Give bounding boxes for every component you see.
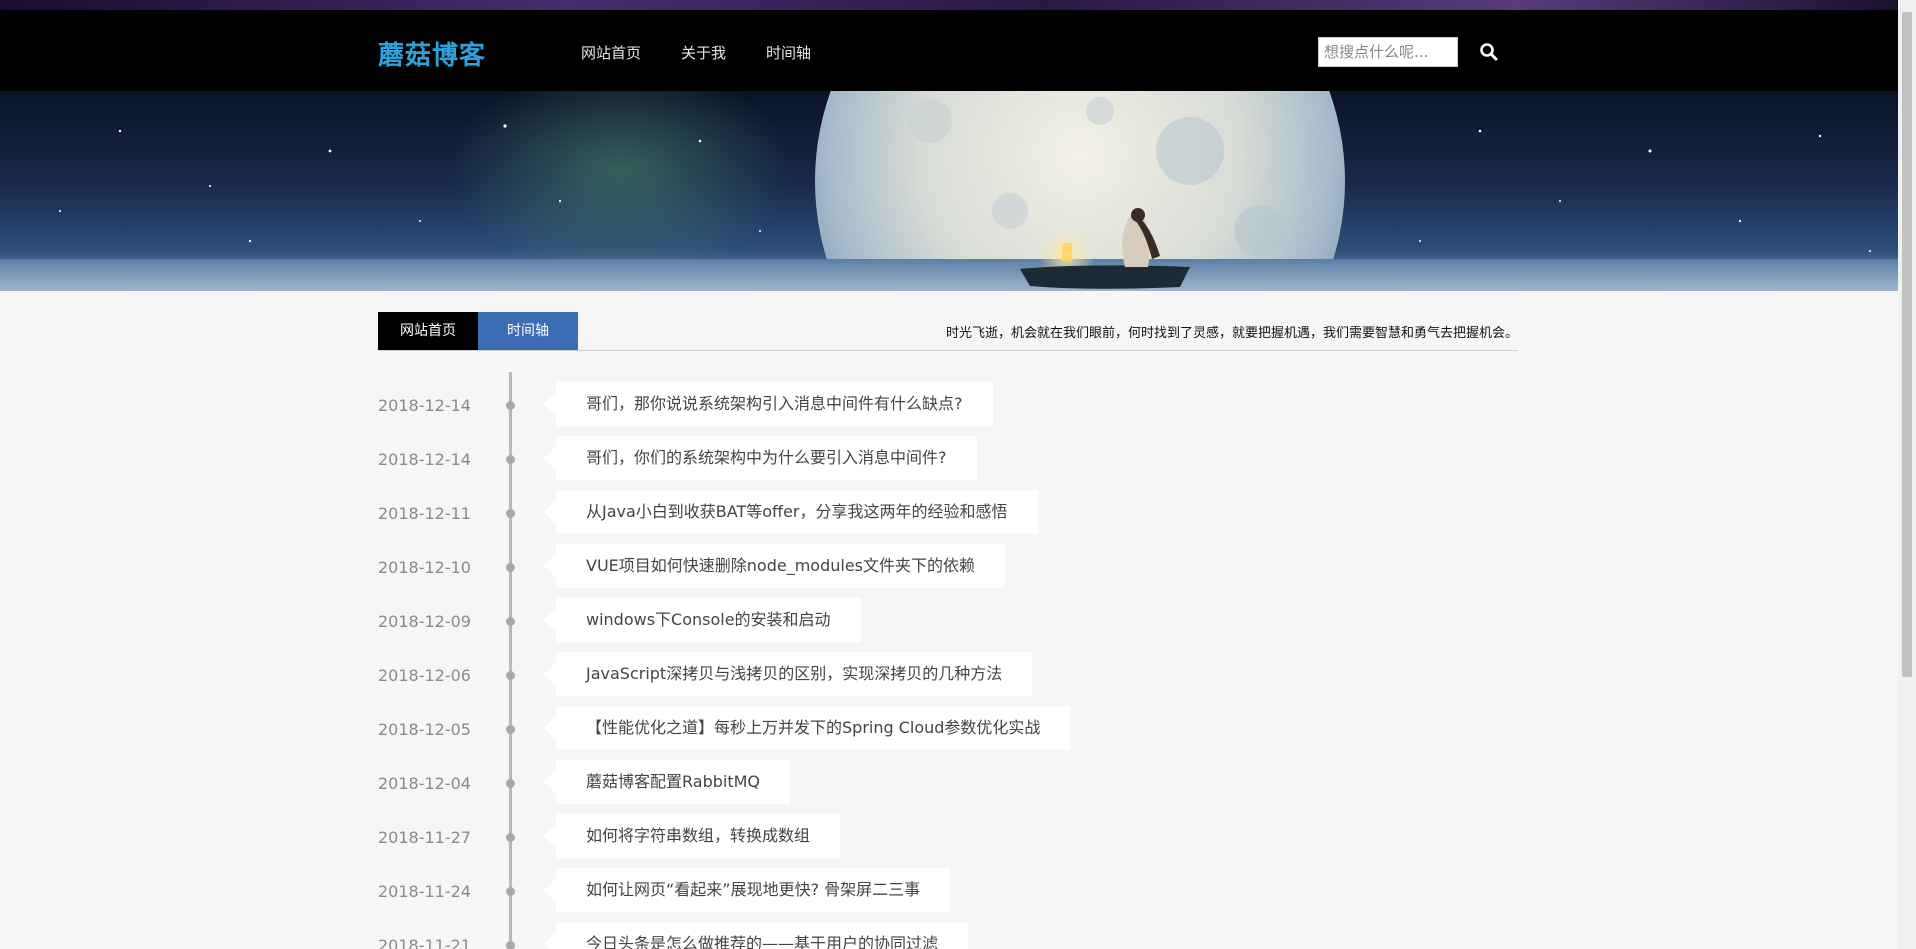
timeline-row: 2018-12-10 VUE项目如何快速删除node_modules文件夹下的依… [0,544,1898,590]
timeline-date: 2018-12-06 [378,666,471,685]
timeline-article-link[interactable]: VUE项目如何快速删除node_modules文件夹下的依赖 [544,544,1005,588]
timeline-dot [506,887,515,896]
timeline-dot [506,941,515,949]
timeline-row: 2018-12-06 JavaScript深拷贝与浅拷贝的区别，实现深拷贝的几种… [0,652,1898,698]
hero-banner [0,91,1898,291]
timeline-dot [506,833,515,842]
timeline-article-link[interactable]: 如何将字符串数组，转换成数组 [543,814,841,858]
timeline-article-link[interactable]: 哥们，那你说说系统架构引入消息中间件有什么缺点? [544,382,993,426]
timeline-row: 2018-11-21 今日头条是怎么做推荐的——基于用户的协同过滤 [0,922,1898,949]
timeline-article-link[interactable]: 如何让网页“看起来”展现地更快? 骨架屏二三事 [543,868,951,912]
tab-timeline[interactable]: 时间轴 [478,312,578,351]
timeline-date: 2018-11-21 [378,936,471,949]
timeline-dot [506,563,515,572]
timeline-date: 2018-12-14 [378,396,471,415]
timeline-dot [506,725,515,734]
search-input[interactable] [1318,37,1458,67]
timeline-row: 2018-12-14 哥们，你们的系统架构中为什么要引入消息中间件? [0,436,1898,482]
timeline-article-link[interactable]: 今日头条是怎么做推荐的——基于用户的协同过滤 [543,922,969,949]
timeline-date: 2018-12-04 [378,774,471,793]
timeline-row: 2018-12-09 windows下Console的安装和启动 [0,598,1898,644]
nav-about[interactable]: 关于我 [681,42,726,63]
timeline-date: 2018-12-11 [378,504,471,523]
timeline-row: 2018-12-04 蘑菇博客配置RabbitMQ [0,760,1898,806]
timeline-row: 2018-11-24 如何让网页“看起来”展现地更快? 骨架屏二三事 [0,868,1898,914]
timeline-date: 2018-12-09 [378,612,471,631]
night-moon-illustration [0,91,1898,291]
motto-text: 时光飞逝，机会就在我们眼前，何时找到了灵感，就要把握机遇，我们需要智慧和勇气去把… [945,326,1518,341]
timeline-row: 2018-12-14 哥们，那你说说系统架构引入消息中间件有什么缺点? [0,382,1898,428]
timeline-dot [506,455,515,464]
timeline-dot [506,671,515,680]
timeline-dot [506,509,515,518]
timeline-dot [506,617,515,626]
nav-timeline[interactable]: 时间轴 [766,42,811,63]
tab-home[interactable]: 网站首页 [378,312,478,351]
timeline-article-link[interactable]: windows下Console的安装和启动 [544,598,861,642]
timeline-date: 2018-11-24 [378,882,471,901]
timeline-date: 2018-12-05 [378,720,471,739]
timeline-dot [506,401,515,410]
timeline-dot [506,779,515,788]
timeline-date: 2018-12-14 [378,450,471,469]
top-decoration-strip [0,0,1898,10]
timeline-date: 2018-12-10 [378,558,471,577]
timeline-row: 2018-12-05 【性能优化之道】每秒上万并发下的Spring Cloud参… [0,706,1898,752]
tabs-divider [378,350,1518,351]
timeline-article-link[interactable]: JavaScript深拷贝与浅拷贝的区别，实现深拷贝的几种方法 [543,652,1033,696]
site-logo[interactable]: 蘑菇博客 [378,35,486,72]
timeline-row: 2018-11-27 如何将字符串数组，转换成数组 [0,814,1898,860]
scrollbar-thumb[interactable] [1902,12,1912,677]
search-icon[interactable] [1478,41,1500,63]
timeline-article-link[interactable]: 蘑菇博客配置RabbitMQ [543,760,791,804]
timeline-row: 2018-12-11 从Java小白到收获BAT等offer，分享我这两年的经验… [0,490,1898,536]
timeline-article-link[interactable]: 哥们，你们的系统架构中为什么要引入消息中间件? [544,436,977,480]
timeline-date: 2018-11-27 [378,828,471,847]
timeline-article-link[interactable]: 【性能优化之道】每秒上万并发下的Spring Cloud参数优化实战 [543,706,1071,750]
nav-home[interactable]: 网站首页 [581,42,641,63]
navbar: 蘑菇博客 网站首页 关于我 时间轴 [0,10,1898,91]
timeline-article-link[interactable]: 从Java小白到收获BAT等offer，分享我这两年的经验和感悟 [544,490,1038,534]
